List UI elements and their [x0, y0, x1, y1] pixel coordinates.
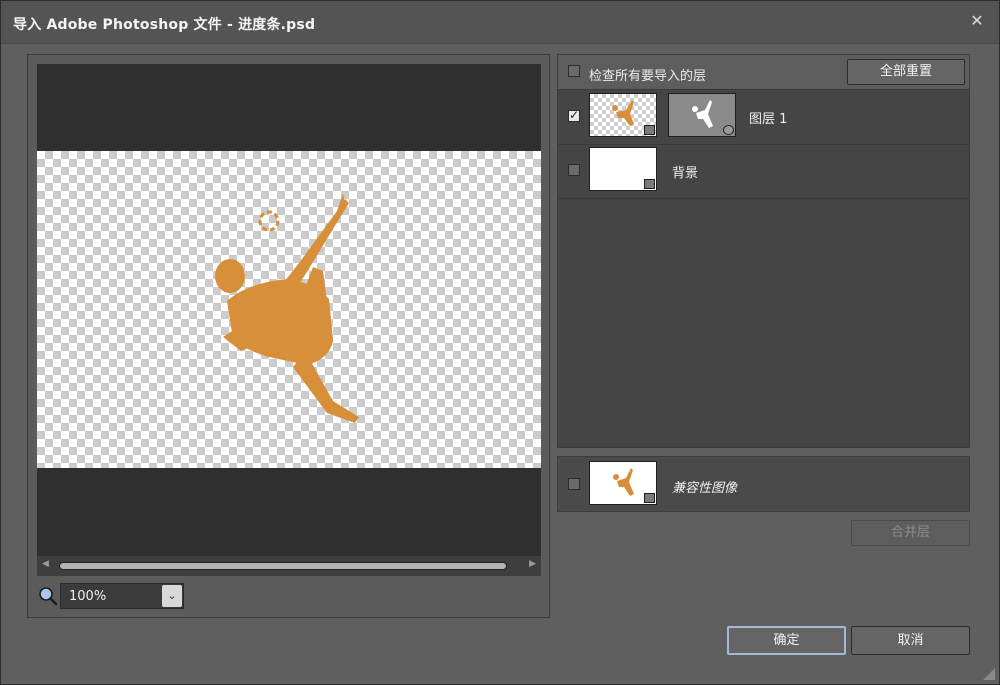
- chevron-down-icon[interactable]: ⌄: [162, 585, 182, 607]
- background-thumbnail: [589, 147, 657, 191]
- resize-grip-icon[interactable]: [982, 667, 996, 681]
- layer-row-background[interactable]: 背景: [558, 144, 969, 199]
- layer1-label: 图层 1: [749, 112, 788, 127]
- composite-checkbox[interactable]: [568, 478, 580, 490]
- layer-type-badge-icon: [644, 493, 655, 503]
- preview-canvas: [37, 64, 541, 556]
- layer1-thumbnail: [589, 93, 657, 137]
- close-icon[interactable]: ✕: [967, 11, 987, 31]
- cancel-button[interactable]: 取消: [851, 626, 970, 655]
- layer-type-badge-icon: [644, 125, 655, 135]
- layers-panel: 检查所有要导入的层 全部重置 ✓ 图层 1 背景: [557, 54, 970, 448]
- layer1-checkbox[interactable]: [568, 108, 580, 122]
- background-checkbox[interactable]: [568, 164, 580, 176]
- scroll-right-icon[interactable]: ▶: [529, 559, 536, 569]
- title-bar: 导入 Adobe Photoshop 文件 - 进度条.psd ✕: [1, 1, 999, 44]
- merge-layers-button[interactable]: 合并层: [851, 520, 970, 546]
- composite-row[interactable]: 兼容性图像: [557, 456, 970, 512]
- figure-silhouette: [215, 193, 359, 423]
- magnifier-icon: [39, 587, 58, 606]
- import-dialog: 导入 Adobe Photoshop 文件 - 进度条.psd ✕ ◀ ▶ 10…: [0, 0, 1000, 685]
- scrollbar-thumb[interactable]: [59, 562, 507, 570]
- layer-type-badge-icon: [644, 179, 655, 189]
- reset-all-button[interactable]: 全部重置: [847, 59, 965, 85]
- check-all-checkbox[interactable]: [568, 65, 580, 77]
- zoom-value: 100%: [69, 589, 107, 604]
- check-all-label: 检查所有要导入的层: [589, 69, 707, 84]
- layer1-mask-thumbnail: [668, 93, 736, 137]
- mask-link-badge-icon: [723, 125, 734, 135]
- ok-button[interactable]: 确定: [727, 626, 846, 655]
- dialog-title: 导入 Adobe Photoshop 文件 - 进度条.psd: [13, 17, 316, 33]
- composite-label: 兼容性图像: [672, 481, 738, 496]
- horizontal-scrollbar[interactable]: ◀ ▶: [37, 556, 541, 576]
- preview-panel: ◀ ▶ 100% ⌄: [27, 54, 550, 618]
- transparent-area: [37, 151, 541, 468]
- background-label: 背景: [672, 166, 699, 181]
- layer-row-layer1[interactable]: 图层 1: [558, 90, 969, 145]
- composite-thumbnail: [589, 461, 657, 505]
- scroll-left-icon[interactable]: ◀: [42, 559, 49, 569]
- layers-header: 检查所有要导入的层 全部重置: [558, 55, 969, 90]
- zoom-dropdown[interactable]: 100% ⌄: [60, 583, 184, 609]
